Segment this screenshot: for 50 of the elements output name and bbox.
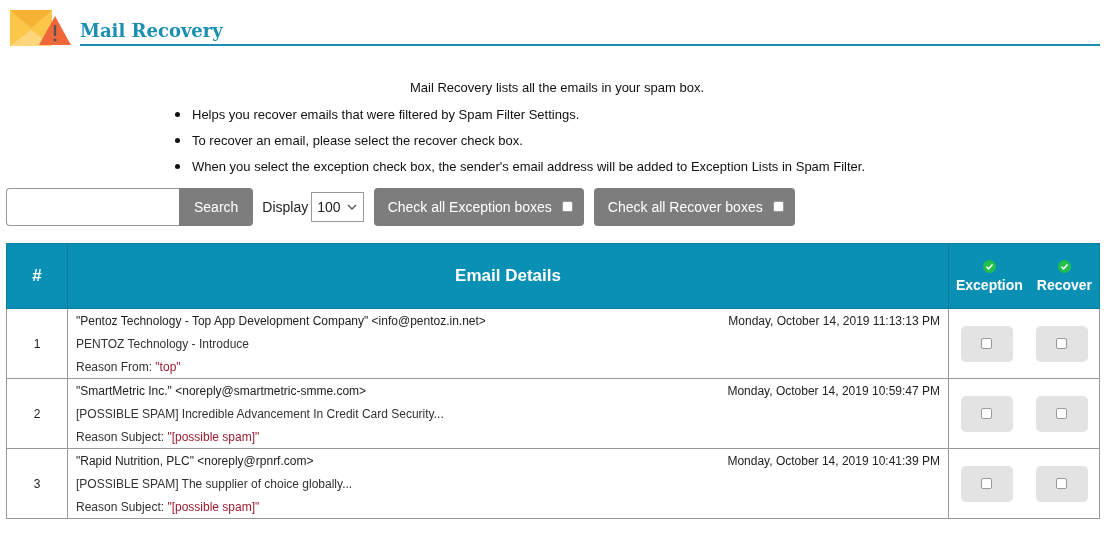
sender-text: "Pentoz Technology - Top App Development Company" <info@pentoz.in.net>: [76, 313, 486, 328]
column-header: Recover: [1036, 276, 1093, 293]
column-header: #: [32, 266, 42, 285]
checkbox[interactable]: [1056, 338, 1067, 349]
checkbox[interactable]: [1056, 478, 1067, 489]
bullet-text: Helps you recover emails that were filtered by Spam Filter Settings.: [192, 107, 580, 122]
bullet-icon: [175, 112, 180, 117]
checkbox[interactable]: [772, 201, 784, 212]
check-all-button[interactable]: Check all Exception boxes: [373, 187, 584, 226]
column-header: Exception: [955, 276, 1023, 293]
bullet-icon: [175, 138, 180, 143]
date-text: Monday, October 14, 2019 10:41:39 PM: [727, 453, 940, 468]
subject-text: [POSSIBLE SPAM] The supplier of choice globally...: [76, 476, 353, 491]
checkbox[interactable]: [981, 408, 992, 419]
reason-text: Reason Subject: "[possible spam]": [76, 499, 260, 514]
checkbox-tile[interactable]: [1035, 395, 1088, 432]
check-circle-icon: [982, 259, 996, 273]
checkbox-tile[interactable]: [960, 395, 1013, 432]
row-number: 3: [33, 476, 41, 491]
checkbox-tile[interactable]: [960, 465, 1013, 502]
intro-text: Mail Recovery lists all the emails in your spam box.: [409, 80, 705, 95]
sender-text: "Rapid Nutrition, PLC" <noreply@rpnrf.com>: [76, 453, 314, 468]
checkbox[interactable]: [561, 201, 573, 212]
sender-text: "SmartMetric Inc." <noreply@smartmetric-smme.com>: [76, 383, 367, 398]
checkbox-tile[interactable]: [1035, 465, 1088, 502]
check-circle-icon: [1057, 259, 1071, 273]
checkbox[interactable]: [1056, 408, 1067, 419]
checkbox-tile[interactable]: [1035, 325, 1088, 362]
reason-text: Reason Subject: "[possible spam]": [76, 429, 260, 444]
date-text: Monday, October 14, 2019 11:13:13 PM: [728, 313, 940, 328]
column-header: Email Details: [455, 266, 561, 285]
row-number: 1: [33, 336, 41, 351]
display-select[interactable]: 100: [311, 191, 364, 222]
search-button[interactable]: Search: [179, 187, 254, 226]
check-all-button[interactable]: Check all Recover boxes: [593, 187, 795, 226]
checkbox[interactable]: [981, 338, 992, 349]
bullet-text: When you select the exception check box, the sender's email address will be added to Exception Lists in Spam Filter.: [192, 159, 866, 174]
checkbox[interactable]: [981, 478, 992, 489]
bullet-text: To recover an email, please select the recover check box.: [192, 133, 523, 148]
reason-text: Reason From: "top": [76, 359, 181, 374]
display-label: Display: [262, 198, 309, 215]
bullet-icon: [175, 164, 180, 169]
chevron-icon: [346, 203, 357, 210]
subject-text: [POSSIBLE SPAM] Incredible Advancement In Credit Card Security...: [76, 406, 444, 421]
row-number: 2: [33, 406, 41, 421]
checkbox-tile[interactable]: [960, 325, 1013, 362]
page-title: Mail Recovery: [80, 20, 223, 41]
subject-text: PENTOZ Technology - Introduce: [76, 336, 249, 351]
date-text: Monday, October 14, 2019 10:59:47 PM: [727, 383, 940, 398]
search-field[interactable]: [6, 187, 179, 226]
